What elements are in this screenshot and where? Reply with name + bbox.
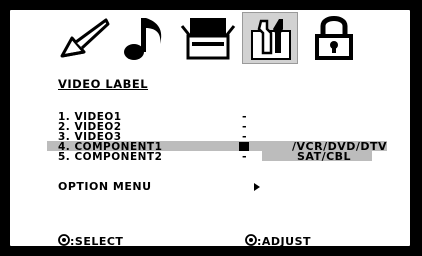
- footer-adjust: :ADJUST: [245, 234, 311, 248]
- right-arrow-icon: [254, 183, 260, 191]
- tab-picture[interactable]: [56, 12, 112, 64]
- menu-value-component2: -: [242, 150, 247, 163]
- menu-value-video3: -: [242, 130, 247, 143]
- tools-icon: [251, 19, 291, 60]
- tab-bar: [56, 12, 366, 64]
- brush-icon: [60, 18, 110, 58]
- lock-icon: [315, 16, 353, 60]
- section-title: VIDEO LABEL: [58, 77, 149, 91]
- adjust-button-icon: [245, 234, 257, 246]
- footer-select: :SELECT: [58, 234, 123, 248]
- music-note-icon: [124, 18, 162, 60]
- tab-input[interactable]: [180, 12, 236, 64]
- tab-lock[interactable]: [306, 12, 362, 64]
- option-menu-item[interactable]: OPTION MENU: [58, 180, 152, 193]
- footer-select-text: :SELECT: [70, 235, 124, 248]
- component1-options-cont: SAT/CBL: [297, 150, 352, 163]
- menu-item-component2[interactable]: 5. COMPONENT2: [58, 152, 162, 163]
- footer-adjust-text: :ADJUST: [257, 235, 311, 248]
- input-box-icon: [180, 18, 236, 60]
- tab-audio[interactable]: [118, 12, 174, 64]
- tab-setup[interactable]: [242, 12, 298, 64]
- select-button-icon: [58, 234, 70, 246]
